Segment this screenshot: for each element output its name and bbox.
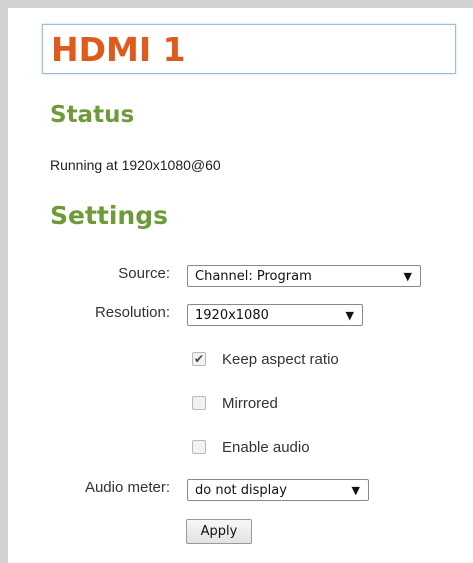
enable-audio-label: Enable audio	[222, 439, 310, 456]
audio-meter-select-value: do not display	[195, 483, 287, 498]
resolution-label: Resolution:	[94, 304, 170, 321]
chevron-down-icon: ▼	[345, 309, 354, 322]
window-frame-top	[0, 0, 473, 8]
checkmark-icon: ✔	[193, 352, 205, 366]
mirrored-label: Mirrored	[222, 395, 278, 412]
resolution-select-value: 1920x1080	[195, 308, 269, 323]
window-frame-left	[0, 0, 8, 563]
source-label: Source:	[118, 265, 170, 282]
chevron-down-icon: ▼	[351, 484, 360, 497]
mirrored-checkbox[interactable]	[192, 396, 206, 410]
source-select-value: Channel: Program	[195, 269, 312, 284]
keep-aspect-ratio-checkbox[interactable]: ✔	[192, 352, 206, 366]
keep-aspect-ratio-label: Keep aspect ratio	[222, 351, 339, 368]
settings-heading: Settings	[50, 201, 169, 230]
enable-audio-checkbox[interactable]	[192, 440, 206, 454]
status-text: Running at 1920x1080@60	[50, 157, 221, 173]
apply-button[interactable]: Apply	[186, 519, 252, 544]
status-heading: Status	[50, 102, 135, 128]
resolution-select[interactable]: 1920x1080 ▼	[187, 304, 363, 326]
audio-meter-select[interactable]: do not display ▼	[187, 479, 369, 501]
audio-meter-label: Audio meter:	[84, 479, 170, 496]
settings-panel: Status Running at 1920x1080@60 Settings …	[8, 8, 473, 563]
chevron-down-icon: ▼	[403, 270, 412, 283]
source-select[interactable]: Channel: Program ▼	[187, 265, 421, 287]
channel-name-input[interactable]	[42, 24, 456, 74]
